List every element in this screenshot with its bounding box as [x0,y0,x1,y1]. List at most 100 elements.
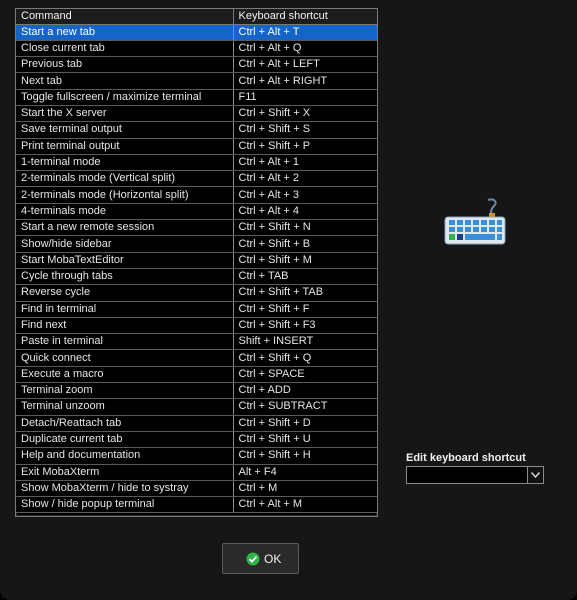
table-row[interactable]: Start the X server Ctrl + Shift + X [16,105,377,123]
shortcut-cell[interactable]: Ctrl + Alt + M [233,496,377,514]
shortcut-cell[interactable]: Ctrl + Alt + 2 [233,170,377,188]
keyboard-shortcuts-dialog: Command Keyboard shortcut Start a new ta… [0,0,577,600]
table-row[interactable]: Find next Ctrl + Shift + F3 [16,317,377,335]
command-cell[interactable]: Detach/Reattach tab [16,415,234,432]
ok-button[interactable]: OK [222,543,299,574]
command-cell[interactable]: Show / hide popup terminal [16,496,234,514]
table-row[interactable]: Save terminal output Ctrl + Shift + S [16,121,377,139]
table-row[interactable]: 1-terminal mode Ctrl + Alt + 1 [16,154,377,172]
command-cell[interactable]: Show MobaXterm / hide to systray [16,480,234,498]
command-cell[interactable]: Exit MobaXterm [16,464,234,481]
shortcut-cell[interactable]: Ctrl + Alt + Q [233,40,377,58]
table-row[interactable]: Show MobaXterm / hide to systray Ctrl + M [16,480,377,498]
shortcut-cell[interactable]: Ctrl + Shift + F [233,301,377,318]
shortcut-cell[interactable]: Ctrl + M [233,480,377,498]
command-cell[interactable]: Terminal zoom [16,382,234,400]
command-cell[interactable]: Terminal unzoom [16,398,234,416]
table-row[interactable]: Show/hide sidebar Ctrl + Shift + B [16,235,377,253]
table-row[interactable]: Cycle through tabs Ctrl + TAB [16,268,377,286]
table-row[interactable]: Exit MobaXterm Alt + F4 [16,464,377,481]
shortcut-cell[interactable]: Ctrl + SPACE [233,366,377,384]
table-row[interactable]: Start MobaTextEditor Ctrl + Shift + M [16,252,377,269]
shortcut-cell[interactable]: F11 [233,89,377,106]
command-cell[interactable]: Cycle through tabs [16,268,234,286]
shortcut-cell[interactable]: Ctrl + Shift + S [233,121,377,139]
command-cell[interactable]: Previous tab [16,56,234,74]
table-row[interactable]: Paste in terminal Shift + INSERT [16,333,377,351]
table-row[interactable]: Duplicate current tab Ctrl + Shift + U [16,431,377,449]
shortcut-cell[interactable]: Ctrl + Alt + LEFT [233,56,377,74]
command-cell[interactable]: Paste in terminal [16,333,234,351]
table-row[interactable]: 2-terminals mode (Horizontal split) Ctrl … [16,186,377,204]
shortcut-cell[interactable]: Ctrl + TAB [233,268,377,286]
command-cell[interactable]: 1-terminal mode [16,154,234,172]
command-cell[interactable]: Help and documentation [16,447,234,465]
table-row[interactable]: Execute a macro Ctrl + SPACE [16,366,377,384]
table-row[interactable]: Start a new remote session Ctrl + Shift +… [16,219,377,237]
command-cell[interactable]: 2-terminals mode (Horizontal split) [16,186,234,204]
green-check-icon [246,552,260,566]
shortcut-cell[interactable]: Ctrl + Shift + M [233,252,377,269]
shortcut-cell[interactable]: Ctrl + Shift + H [233,447,377,465]
shortcut-cell[interactable]: Ctrl + Shift + F3 [233,317,377,335]
table-row[interactable]: Show / hide popup terminal Ctrl + Alt + M [16,496,377,514]
shortcut-cell[interactable]: Ctrl + SUBTRACT [233,398,377,416]
shortcut-cell[interactable]: Ctrl + Shift + N [233,219,377,237]
shortcut-cell[interactable]: Ctrl + Shift + TAB [233,284,377,302]
column-header-shortcut[interactable]: Keyboard shortcut [233,9,377,25]
command-cell[interactable]: Next tab [16,72,234,90]
shortcut-cell[interactable]: Shift + INSERT [233,333,377,351]
shortcut-cell[interactable]: Ctrl + Shift + B [233,235,377,253]
table-row[interactable]: Start a new tab Ctrl + Alt + T [16,24,377,41]
command-cell[interactable]: Quick connect [16,349,234,367]
command-cell[interactable]: Close current tab [16,40,234,58]
shortcut-cell[interactable]: Ctrl + Alt + 4 [233,203,377,221]
command-cell[interactable]: Save terminal output [16,121,234,139]
command-cell[interactable]: 2-terminals mode (Vertical split) [16,170,234,188]
command-cell[interactable]: 4-terminals mode [16,203,234,221]
table-row[interactable]: 4-terminals mode Ctrl + Alt + 4 [16,203,377,221]
chevron-down-icon[interactable] [527,467,543,483]
shortcut-cell[interactable]: Ctrl + Alt + T [233,24,377,41]
shortcut-cell[interactable]: Ctrl + Shift + Q [233,349,377,367]
table-row[interactable]: Detach/Reattach tab Ctrl + Shift + D [16,415,377,432]
column-header-command[interactable]: Command [16,9,234,25]
table-row[interactable]: Close current tab Ctrl + Alt + Q [16,40,377,58]
table-row[interactable]: Toggle fullscreen / maximize terminal F11 [16,89,377,106]
shortcut-cell[interactable]: Ctrl + Shift + U [233,431,377,449]
table-row[interactable]: Quick connect Ctrl + Shift + Q [16,349,377,367]
command-cell[interactable]: Toggle fullscreen / maximize terminal [16,89,234,106]
command-cell[interactable]: Start a new tab [16,24,234,41]
edit-shortcut-label: Edit keyboard shortcut [406,452,526,464]
command-cell[interactable]: Find next [16,317,234,335]
command-cell[interactable]: Start a new remote session [16,219,234,237]
shortcut-cell[interactable]: Alt + F4 [233,464,377,481]
command-cell[interactable]: Show/hide sidebar [16,235,234,253]
command-cell[interactable]: Execute a macro [16,366,234,384]
command-cell[interactable]: Find in terminal [16,301,234,318]
table-row[interactable]: Print terminal output Ctrl + Shift + P [16,138,377,155]
shortcut-cell[interactable]: Ctrl + Shift + X [233,105,377,123]
table-row[interactable]: Previous tab Ctrl + Alt + LEFT [16,56,377,74]
command-cell[interactable]: Duplicate current tab [16,431,234,449]
shortcut-cell[interactable]: Ctrl + Shift + D [233,415,377,432]
table-row[interactable]: Reverse cycle Ctrl + Shift + TAB [16,284,377,302]
table-row[interactable]: Next tab Ctrl + Alt + RIGHT [16,72,377,90]
shortcut-cell[interactable]: Ctrl + Alt + 3 [233,186,377,204]
command-cell[interactable]: Print terminal output [16,138,234,155]
edit-shortcut-dropdown[interactable] [406,466,544,484]
table-row[interactable]: Terminal zoom Ctrl + ADD [16,382,377,400]
command-cell[interactable]: Start MobaTextEditor [16,252,234,269]
table-row[interactable]: 2-terminals mode (Vertical split) Ctrl + … [16,170,377,188]
shortcuts-table: Command Keyboard shortcut Start a new ta… [16,9,377,514]
shortcut-cell[interactable]: Ctrl + Shift + P [233,138,377,155]
table-row[interactable]: Find in terminal Ctrl + Shift + F [16,301,377,318]
table-row[interactable]: Terminal unzoom Ctrl + SUBTRACT [16,398,377,416]
shortcut-cell[interactable]: Ctrl + ADD [233,382,377,400]
shortcut-cell[interactable]: Ctrl + Alt + RIGHT [233,72,377,90]
command-cell[interactable]: Reverse cycle [16,284,234,302]
shortcuts-table-container: Command Keyboard shortcut Start a new ta… [15,8,378,517]
command-cell[interactable]: Start the X server [16,105,234,123]
shortcut-cell[interactable]: Ctrl + Alt + 1 [233,154,377,172]
table-row[interactable]: Help and documentation Ctrl + Shift + H [16,447,377,465]
